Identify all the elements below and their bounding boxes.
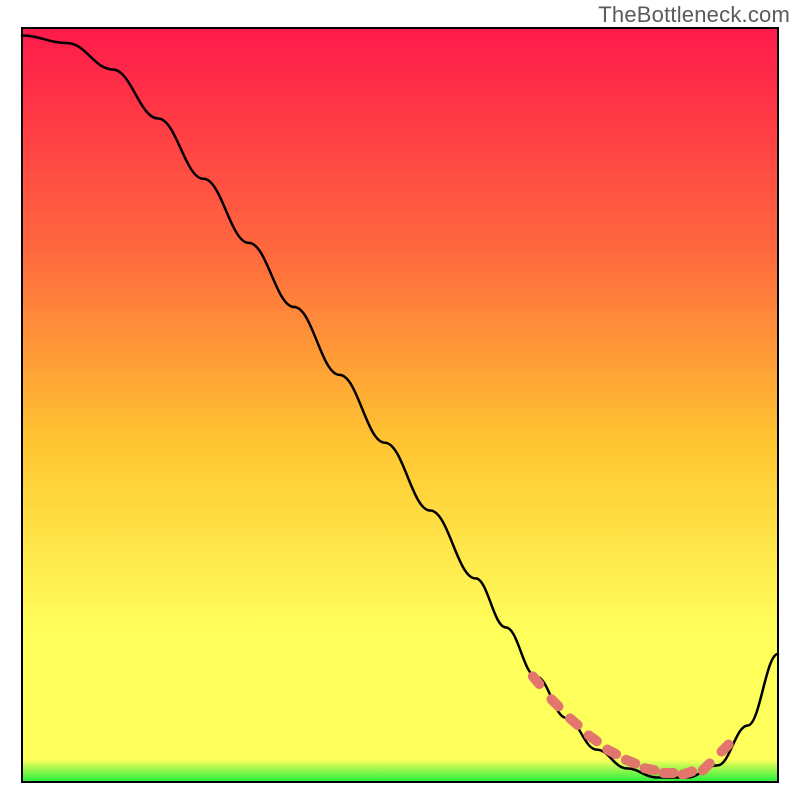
chart-svg <box>0 0 800 800</box>
gradient-background <box>22 28 778 782</box>
watermark-text: TheBottleneck.com <box>598 2 790 28</box>
chart-stage: TheBottleneck.com <box>0 0 800 800</box>
plot-area <box>22 28 778 782</box>
highlight-marker <box>658 768 678 778</box>
